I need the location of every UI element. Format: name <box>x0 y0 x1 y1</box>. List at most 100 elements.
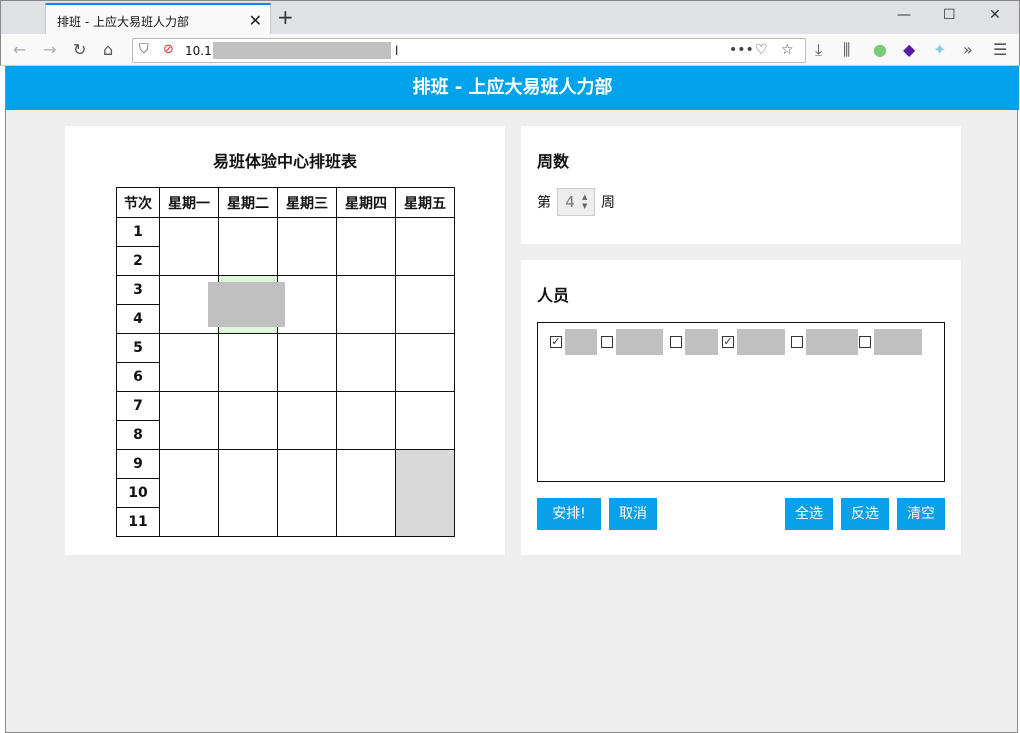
person-checkbox[interactable] <box>601 336 613 348</box>
window-close-icon[interactable]: ✕ <box>989 7 1001 23</box>
schedule-slot[interactable] <box>277 391 337 450</box>
column-header: 星期四 <box>336 187 396 218</box>
week-value[interactable]: 4 <box>558 193 582 211</box>
extension-bird-icon[interactable]: ✦ <box>933 40 946 59</box>
people-card: 人员 ✓ ✓ 安排! 取消 全选 反选 清空 <box>521 260 961 555</box>
bookmark-star-icon[interactable]: ☆ <box>781 42 794 58</box>
arrange-button[interactable]: 安排! <box>537 498 601 530</box>
invert-selection-button[interactable]: 反选 <box>841 498 889 530</box>
person-item[interactable] <box>601 329 663 355</box>
schedule-slot[interactable] <box>277 449 337 537</box>
schedule-slot[interactable] <box>159 391 219 450</box>
stepper-arrows[interactable]: ▲ ▼ <box>582 193 587 211</box>
schedule-slot[interactable] <box>395 217 455 276</box>
person-checkbox[interactable]: ✓ <box>550 336 562 348</box>
schedule-slot[interactable] <box>336 391 396 450</box>
schedule-slot[interactable] <box>336 217 396 276</box>
schedule-slot-selected[interactable] <box>208 275 285 334</box>
close-icon[interactable]: ✕ <box>249 11 262 30</box>
schedule-slot[interactable] <box>395 333 455 392</box>
person-checkbox[interactable] <box>670 336 682 348</box>
schedule-slot[interactable] <box>395 275 455 334</box>
name-redaction <box>874 329 922 355</box>
minimize-icon[interactable]: — <box>897 7 911 23</box>
person-item[interactable] <box>791 329 858 355</box>
schedule-card: 易班体验中心排班表 节次 星期一 星期二 星期三 星期四 星期五 1 2 3 4… <box>65 126 505 555</box>
schedule-slot-disabled <box>395 449 455 537</box>
person-checkbox[interactable] <box>791 336 803 348</box>
lesson-number: 4 <box>116 304 160 334</box>
schedule-slot[interactable] <box>336 275 396 334</box>
name-redaction <box>616 329 663 355</box>
schedule-slot[interactable] <box>218 217 278 276</box>
week-suffix: 周 <box>601 195 615 211</box>
week-row: 第 4 ▲ ▼ 周 <box>537 188 615 216</box>
clear-button[interactable]: 清空 <box>897 498 945 530</box>
schedule-slot[interactable] <box>277 217 337 276</box>
overflow-icon[interactable]: » <box>963 40 973 59</box>
week-prefix: 第 <box>537 195 551 211</box>
people-list: ✓ ✓ <box>537 322 945 482</box>
page-header: 排班 - 上应大易班人力部 <box>6 66 1019 110</box>
column-header: 星期五 <box>395 187 455 218</box>
schedule-slot[interactable] <box>277 333 337 392</box>
insecure-lock-icon[interactable]: ⊘ <box>163 42 174 57</box>
person-item[interactable] <box>859 329 922 355</box>
select-all-button[interactable]: 全选 <box>785 498 833 530</box>
schedule-slot[interactable] <box>159 333 219 392</box>
lesson-number: 11 <box>116 507 160 537</box>
lesson-number: 7 <box>116 391 160 421</box>
pocket-icon[interactable]: ♡ <box>755 42 768 58</box>
schedule-slot[interactable] <box>218 333 278 392</box>
new-tab-icon[interactable]: + <box>277 5 294 29</box>
lesson-number: 2 <box>116 246 160 276</box>
schedule-slot[interactable] <box>336 333 396 392</box>
schedule-slot[interactable] <box>336 449 396 537</box>
name-redaction <box>806 329 858 355</box>
assigned-names-redaction <box>208 282 285 327</box>
forward-icon[interactable]: → <box>43 40 56 59</box>
browser-tab[interactable]: 排班 - 上应大易班人力部 ✕ <box>45 3 271 35</box>
schedule-slot[interactable] <box>395 391 455 450</box>
name-redaction <box>565 329 597 355</box>
reload-icon[interactable]: ↻ <box>73 40 86 59</box>
download-icon[interactable]: ⤓ <box>815 40 822 60</box>
schedule-slot[interactable] <box>277 275 337 334</box>
person-item[interactable]: ✓ <box>550 329 597 355</box>
url-bar[interactable]: ⛉ ⊘ 10.1 l ••• ♡ ☆ <box>132 38 806 63</box>
url-redaction <box>213 42 391 59</box>
week-title: 周数 <box>537 152 570 171</box>
lesson-number: 8 <box>116 420 160 450</box>
schedule-table: 节次 星期一 星期二 星期三 星期四 星期五 1 2 3 4 5 6 7 8 9… <box>116 187 455 537</box>
chevron-down-icon[interactable]: ▼ <box>582 202 587 211</box>
schedule-title: 易班体验中心排班表 <box>212 152 357 171</box>
week-stepper[interactable]: 4 ▲ ▼ <box>557 188 595 216</box>
person-checkbox[interactable] <box>859 336 871 348</box>
extension-green-icon[interactable]: ● <box>873 40 887 59</box>
home-icon[interactable]: ⌂ <box>103 40 113 59</box>
schedule-slot[interactable] <box>218 391 278 450</box>
person-item[interactable] <box>670 329 718 355</box>
people-title: 人员 <box>537 286 570 305</box>
week-card: 周数 第 4 ▲ ▼ 周 <box>521 126 961 244</box>
column-header: 星期三 <box>277 187 337 218</box>
shield-icon[interactable]: ⛉ <box>139 42 149 57</box>
person-checkbox[interactable]: ✓ <box>722 336 734 348</box>
cancel-button[interactable]: 取消 <box>609 498 657 530</box>
maximize-icon[interactable]: ☐ <box>943 7 956 23</box>
library-icon[interactable]: ⫼ <box>843 40 850 60</box>
column-header: 星期二 <box>218 187 278 218</box>
lesson-number: 9 <box>116 449 160 479</box>
schedule-slot[interactable] <box>159 217 219 276</box>
name-redaction <box>685 329 718 355</box>
chevron-up-icon[interactable]: ▲ <box>582 193 587 202</box>
schedule-slot[interactable] <box>159 449 219 537</box>
back-icon[interactable]: ← <box>13 40 26 59</box>
url-text: 10.1 <box>185 44 212 58</box>
menu-icon[interactable]: ☰ <box>993 40 1007 59</box>
more-icon[interactable]: ••• <box>729 42 754 58</box>
schedule-slot[interactable] <box>218 449 278 537</box>
person-item[interactable]: ✓ <box>722 329 785 355</box>
extension-purple-icon[interactable]: ◆ <box>903 40 915 59</box>
tab-title: 排班 - 上应大易班人力部 <box>57 15 189 29</box>
